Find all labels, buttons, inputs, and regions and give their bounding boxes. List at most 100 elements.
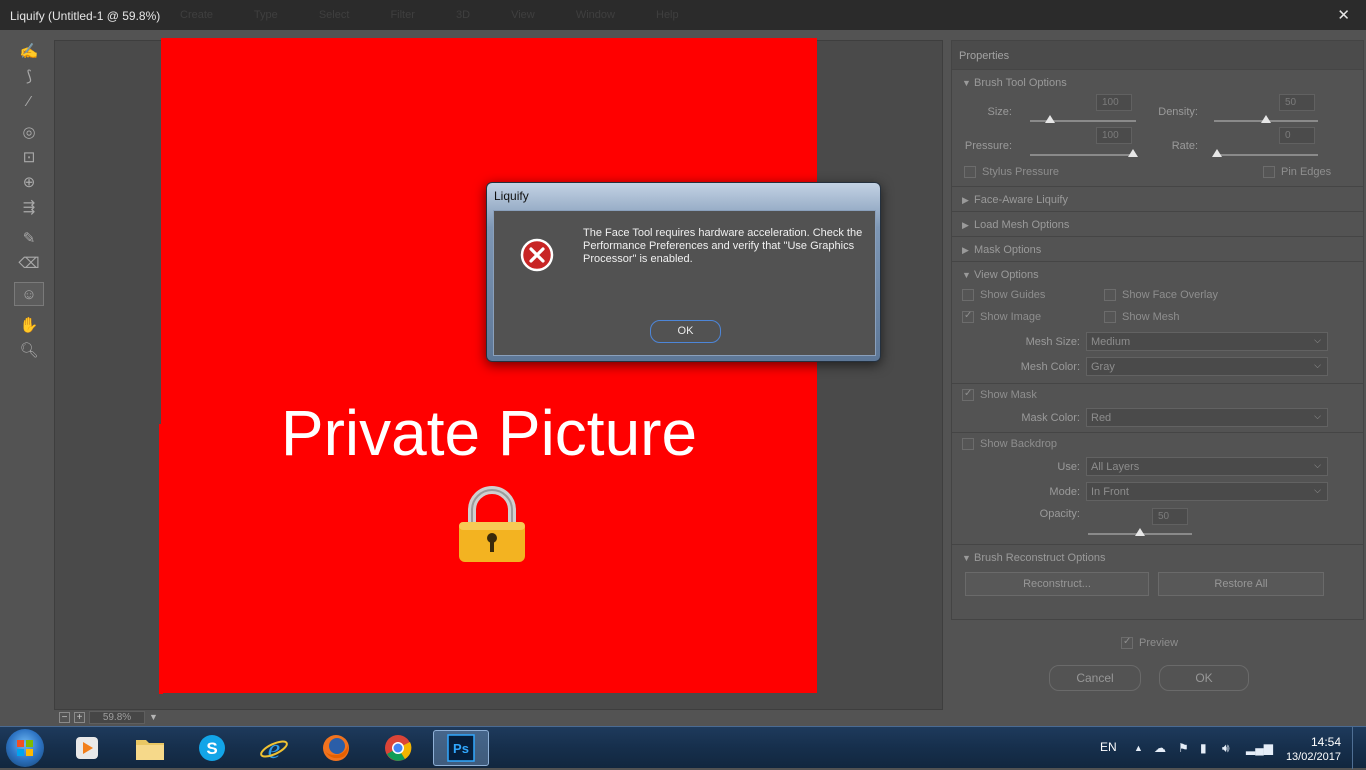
mode-select[interactable]: In Front ⌵ [1086, 482, 1328, 501]
show-face-overlay-checkbox[interactable]: Show Face Overlay [1104, 289, 1218, 301]
document-image: Private Picture [161, 38, 817, 693]
density-slider-thumb[interactable] [1261, 115, 1271, 123]
push-left-tool-icon[interactable]: ⇶ [14, 195, 44, 219]
smooth-tool-icon[interactable]: ⁄ [14, 89, 44, 113]
face-tool-icon[interactable]: ☺ [14, 282, 44, 306]
zoom-level-field[interactable]: 59.8% [89, 710, 145, 724]
clock-date[interactable]: 13/02/2017 [1286, 751, 1341, 763]
cloud-icon[interactable]: ☁ [1154, 741, 1166, 755]
close-window-button[interactable]: ✕ [1337, 6, 1350, 24]
window-titlebar: Liquify (Untitled-1 @ 59.8%) Create Type… [0, 0, 1366, 30]
show-mesh-checkbox[interactable]: Show Mesh [1104, 311, 1179, 323]
firefox-icon[interactable] [309, 730, 363, 766]
zoom-controls: − + 59.8% ▼ [59, 709, 158, 725]
pressure-input[interactable]: 100 [1096, 127, 1132, 144]
dialog-ok-button[interactable]: OK [650, 320, 721, 343]
zoom-in-button[interactable]: + [74, 711, 85, 723]
properties-panel: Properties ▼ Brush Tool Options Size: 100… [951, 40, 1364, 620]
start-button[interactable] [6, 729, 44, 767]
pin-edges-checkbox[interactable]: Pin Edges [1263, 166, 1331, 178]
rate-input[interactable]: 0 [1279, 127, 1315, 144]
density-input[interactable]: 50 [1279, 94, 1315, 111]
canvas-area[interactable]: Private Picture − + 59.8% ▼ [54, 38, 943, 724]
pressure-slider-thumb[interactable] [1128, 149, 1138, 157]
rate-slider[interactable] [1212, 149, 1318, 157]
restore-all-button[interactable]: Restore All [1158, 572, 1324, 596]
internet-explorer-icon[interactable]: e [247, 730, 301, 766]
twirl-tool-icon[interactable]: ◎ [14, 120, 44, 144]
bloat-tool-icon[interactable]: ⊕ [14, 170, 44, 194]
show-guides-checkbox[interactable]: Show Guides [962, 289, 1045, 301]
skype-icon[interactable]: S [185, 730, 239, 766]
file-explorer-icon[interactable] [123, 730, 177, 766]
select-value: Red [1091, 412, 1112, 424]
checkbox-label: Pin Edges [1281, 166, 1332, 178]
checkbox-box[interactable] [962, 289, 974, 301]
network-signal-icon[interactable]: ▂▄▆ [1246, 741, 1273, 755]
show-desktop-button[interactable] [1352, 727, 1366, 769]
density-slider[interactable] [1214, 115, 1318, 123]
checkbox-box[interactable] [964, 166, 976, 178]
load-mesh-options-header[interactable]: ▶ Load Mesh Options [952, 211, 1363, 236]
padlock-icon [459, 486, 525, 562]
thaw-mask-tool-icon[interactable]: ⌫ [14, 251, 44, 275]
pressure-slider[interactable] [1030, 149, 1138, 157]
checkbox-box[interactable] [1104, 289, 1116, 301]
hand-tool-icon[interactable]: ✋ [14, 313, 44, 337]
show-backdrop-checkbox[interactable]: Show Backdrop [962, 438, 1057, 450]
preview-checkbox[interactable]: Preview [1121, 636, 1178, 649]
opacity-slider-thumb[interactable] [1135, 528, 1145, 536]
chrome-icon[interactable] [371, 730, 425, 766]
opacity-input[interactable]: 50 [1152, 508, 1188, 525]
photoshop-taskbar-button[interactable]: Ps [433, 730, 489, 766]
zoom-out-button[interactable]: − [59, 711, 70, 723]
mesh-size-select[interactable]: Medium ⌵ [1086, 332, 1328, 351]
checkbox-box[interactable] [962, 310, 974, 323]
media-player-icon[interactable] [60, 730, 114, 766]
forward-warp-tool-icon[interactable]: ✍ [14, 39, 44, 63]
volume-icon[interactable]: 🔊︎ [1222, 741, 1230, 756]
reconstruct-button[interactable]: Reconstruct... [965, 572, 1149, 596]
show-image-checkbox[interactable]: Show Image [962, 310, 1041, 323]
checkbox-box[interactable] [962, 388, 974, 401]
size-slider-thumb[interactable] [1045, 115, 1055, 123]
mode-label: Mode: [1049, 486, 1080, 498]
show-mask-checkbox[interactable]: Show Mask [962, 388, 1037, 401]
checkbox-box[interactable] [962, 438, 974, 450]
battery-icon[interactable]: ▮ [1200, 741, 1207, 755]
language-indicator[interactable]: EN [1100, 740, 1117, 754]
ok-button[interactable]: OK [1159, 665, 1249, 691]
checkbox-box[interactable] [1121, 636, 1133, 649]
cancel-button[interactable]: Cancel [1049, 665, 1141, 691]
chevron-down-icon[interactable]: ▼ [149, 712, 158, 722]
rate-slider-thumb[interactable] [1212, 149, 1222, 157]
mask-color-select[interactable]: Red ⌵ [1086, 408, 1328, 427]
liquify-workspace: ✍ ⟆ ⁄ ◎ ⊡ ⊕ ⇶ ✎ ⌫ ☺ ✋ 🔍︎ Private Picture… [0, 30, 1366, 726]
mesh-color-select[interactable]: Gray ⌵ [1086, 357, 1328, 376]
action-center-flag-icon[interactable]: ⚑ [1178, 741, 1189, 755]
stylus-pressure-checkbox[interactable]: Stylus Pressure [964, 166, 1059, 178]
reconstruct-tool-icon[interactable]: ⟆ [14, 64, 44, 88]
face-aware-liquify-header[interactable]: ▶ Face-Aware Liquify [952, 186, 1363, 211]
checkbox-box[interactable] [1104, 311, 1116, 323]
brush-reconstruct-options-header[interactable]: ▼ Brush Reconstruct Options [952, 544, 1363, 569]
view-options-header[interactable]: ▼ View Options [952, 261, 1363, 286]
size-slider[interactable] [1030, 115, 1136, 123]
guides-row: Show Guides Show Face Overlay [952, 286, 1363, 308]
checkbox-label: Stylus Pressure [982, 166, 1060, 178]
opacity-slider[interactable] [1088, 528, 1192, 536]
show-hidden-icons-arrow-icon[interactable]: ▲ [1134, 743, 1143, 753]
checkbox-box[interactable] [1263, 166, 1275, 178]
rate-label: Rate: [1171, 140, 1198, 152]
size-input[interactable]: 100 [1096, 94, 1132, 111]
zoom-tool-icon[interactable]: 🔍︎ [14, 338, 44, 362]
mask-options-header[interactable]: ▶ Mask Options [952, 236, 1363, 261]
freeze-mask-tool-icon[interactable]: ✎ [14, 226, 44, 250]
pucker-tool-icon[interactable]: ⊡ [14, 145, 44, 169]
clock-time[interactable]: 14:54 [1311, 735, 1341, 749]
use-select[interactable]: All Layers ⌵ [1086, 457, 1328, 476]
caret-right-icon: ▶ [962, 220, 969, 230]
ghost-menu-item: Type [253, 9, 278, 21]
select-value: Gray [1091, 361, 1115, 373]
brush-tool-options-header[interactable]: ▼ Brush Tool Options [952, 69, 1363, 94]
